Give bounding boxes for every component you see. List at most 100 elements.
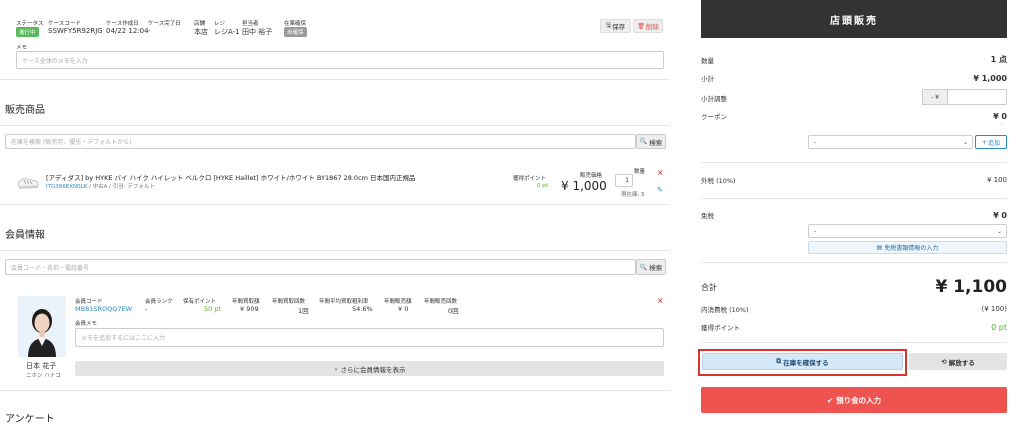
taxfree-select[interactable]: - ⌄: [808, 224, 1007, 238]
memo-label: メモ: [16, 45, 28, 51]
taxfree-select-value: -: [814, 227, 817, 235]
subtotal-row: 小計 ¥ 1,000: [701, 73, 1007, 84]
product-meta: ITG386EXN0LK / 中古A / 引当: デフォルト: [46, 182, 155, 190]
coupon-select[interactable]: - ⌄: [808, 135, 973, 149]
case-main-panel: ステータス 進行中 ケースコード SSWFY5R92RJG ケース作成日 04/…: [0, 0, 680, 425]
deposit-label: 預り金の入力: [836, 395, 882, 405]
reserve-stock-button[interactable]: ⧉ 在庫を確保する: [702, 353, 903, 370]
save-button-label: 保存: [612, 23, 626, 31]
member-annual-buy-count-value: 1回: [298, 307, 309, 315]
save-button[interactable]: 🖫 保存: [600, 19, 631, 33]
pos-panel: 店頭販売 数量 1 点 小計 ¥ 1,000 小計調整 - ¥ クーポン ¥ 0…: [698, 0, 1024, 421]
store-value: 本店: [194, 28, 208, 36]
earn-points-row: 獲得ポイント 0 pt: [701, 322, 1007, 333]
search-icon: 🔍: [639, 263, 648, 271]
member-avatar: [18, 296, 66, 357]
remove-product-icon[interactable]: ×: [657, 168, 664, 177]
taxfree-docs-label: 免税書類情報の入力: [884, 245, 939, 252]
remove-member-icon[interactable]: ×: [657, 296, 664, 305]
taxfree-docs-button[interactable]: ▤ 免税書類情報の入力: [808, 241, 1007, 254]
member-memo-label: 会員メモ: [75, 321, 98, 327]
case-code-label: ケースコード: [48, 21, 81, 27]
taxfree-label: 免税: [701, 212, 714, 220]
adjust-input[interactable]: [947, 89, 1007, 105]
total-row: 合計 ¥ 1,100: [701, 276, 1007, 298]
id-card-icon: ▤: [876, 244, 883, 251]
member-points-label: 保有ポイント: [183, 299, 217, 305]
chevron-down-icon: ⌄: [996, 227, 1002, 235]
case-code-value: SSWFY5R92RJG: [48, 27, 103, 35]
survey-section-title: アンケート: [5, 414, 55, 425]
inner-tax-label: 内消費税 (10%): [701, 306, 749, 314]
product-search-button-label: 検索: [649, 138, 663, 147]
member-annual-sales-count-value: 0回: [448, 307, 459, 315]
boxes-icon: ⧉: [776, 357, 782, 365]
member-annual-buy-value: ¥ 909: [240, 305, 259, 313]
qty-row: 数量 1 点: [701, 54, 1007, 65]
plus-icon: +: [981, 138, 987, 146]
product-price-value: ¥ 1,000: [561, 179, 607, 193]
register-label: レジ: [214, 21, 226, 27]
chevron-down-icon: ⌄: [962, 138, 968, 146]
qty-value: 1 点: [990, 55, 1007, 64]
member-memo-field[interactable]: メモを追加するにはここに入力: [75, 328, 664, 347]
case-memo-field[interactable]: ケース全体のメモを入力: [16, 51, 664, 69]
product-qty-input[interactable]: 1: [615, 174, 633, 187]
product-price-label: 販売価格: [580, 173, 603, 179]
subtotal-label: 小計: [701, 75, 714, 83]
delete-button[interactable]: 🗑 削除: [633, 19, 663, 33]
case-completed-label: ケース完了日: [148, 21, 181, 27]
product-qty-label: 数量: [634, 169, 646, 175]
status-label: ステータス: [16, 21, 44, 27]
trash-icon: 🗑: [637, 22, 645, 30]
member-search-button[interactable]: 🔍 検索: [636, 259, 666, 275]
product-search-input[interactable]: 在庫を検索 (販売可、優先・デフォルトから): [5, 134, 636, 149]
subtotal-value: ¥ 1,000: [973, 73, 1007, 83]
member-annual-sales-count-label: 年間販売回数: [424, 299, 458, 305]
deposit-button[interactable]: ✔ 預り金の入力: [701, 387, 1007, 413]
product-search-button[interactable]: 🔍 検索: [636, 134, 666, 149]
store-label: 店舗: [194, 21, 206, 27]
staff-value: 田中 裕子: [242, 28, 273, 36]
member-margin-label: 年間平均買取粗利率: [319, 299, 369, 305]
coupon-label: クーポン: [701, 113, 727, 121]
member-code-link[interactable]: MB81SROQQ7EW: [75, 305, 132, 313]
member-code-label: 会員コード: [75, 299, 103, 305]
member-annual-sales-value: ¥ 0: [398, 305, 409, 313]
products-section-title: 販売商品: [5, 105, 45, 116]
total-label: 合計: [701, 282, 717, 292]
member-points-value: 50 pt: [204, 305, 222, 313]
external-tax-value: ¥ 100: [986, 176, 1007, 184]
product-points-label: 獲得ポイント: [513, 176, 547, 182]
coupon-add-button[interactable]: + 追加: [975, 135, 1007, 149]
delete-button-label: 削除: [645, 23, 659, 31]
reserve-stock-label: 在庫を確保する: [783, 358, 829, 367]
show-more-member-label: さらに会員情報を表示: [340, 365, 406, 374]
product-thumbnail: [16, 171, 40, 191]
case-created-value: 04/22 12:04: [106, 27, 149, 35]
staff-label: 担当者: [242, 21, 259, 27]
coupon-dash: -: [1001, 121, 1003, 127]
product-stock-note: 現在庫: 5: [621, 192, 645, 198]
member-rank-value: -: [145, 305, 148, 313]
member-kana: ニホン ハナコ: [26, 373, 61, 379]
edit-product-icon[interactable]: ✎: [657, 186, 663, 194]
case-completed-value: -: [148, 27, 151, 35]
coupon-add-label: 追加: [988, 139, 1001, 147]
total-value: ¥ 1,100: [935, 277, 1007, 297]
taxfree-row: 免税 ¥ 0: [701, 210, 1007, 221]
release-stock-button[interactable]: ⟲ 解放する: [909, 353, 1007, 370]
member-search-input[interactable]: 会員コード・名前・電話番号: [5, 259, 636, 275]
coupon-value: ¥ 0: [993, 111, 1007, 121]
adjust-label: 小計調整: [701, 95, 727, 103]
case-created-label: ケース作成日: [106, 21, 139, 27]
product-sku-link[interactable]: ITG386EXN0LK: [46, 184, 87, 190]
unlink-icon: ⟲: [941, 357, 947, 366]
status-badge: 進行中: [16, 27, 39, 37]
qty-label: 数量: [701, 56, 714, 65]
show-more-member-button[interactable]: ⌄ さらに会員情報を表示: [75, 361, 664, 376]
inner-tax-value: (¥ 100): [981, 305, 1007, 313]
product-name: [アディダス] by HYKE バイ ハイク ハイレット ベルクロ [HYKE …: [46, 174, 416, 182]
stock-reserve-label: 在庫確保: [284, 21, 307, 27]
product-condition: / 中古A / 引当: デフォルト: [87, 184, 155, 190]
